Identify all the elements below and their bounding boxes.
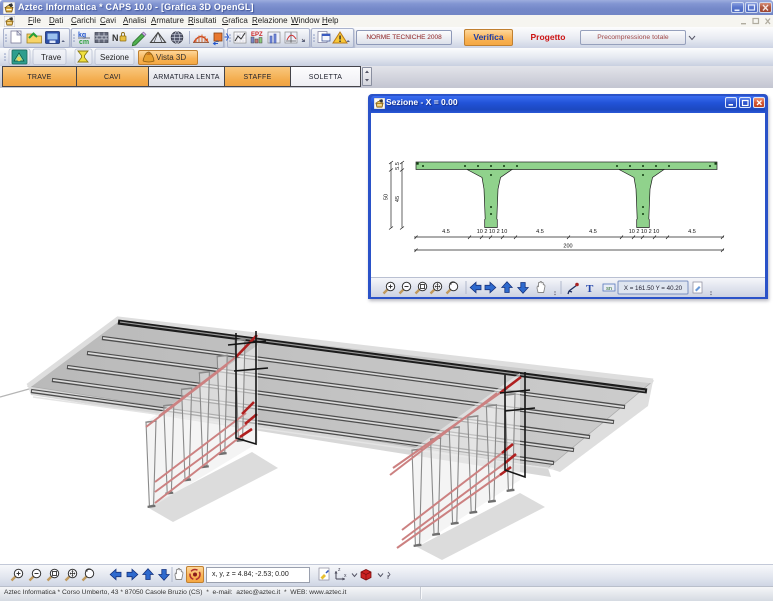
svg-text:T: T [586, 283, 594, 295]
svg-text:10 2 10 2 10: 10 2 10 2 10 [477, 229, 508, 235]
svg-text:5.5: 5.5 [395, 162, 401, 170]
svg-text:4.5: 4.5 [536, 229, 544, 235]
svg-text:cm: cm [79, 39, 89, 46]
svg-text:4.5: 4.5 [442, 229, 450, 235]
svg-text:45: 45 [395, 196, 401, 202]
svg-text:10 2 10 2 10: 10 2 10 2 10 [629, 229, 660, 235]
svg-text:sn: sn [606, 286, 612, 292]
svg-text:4.5: 4.5 [688, 229, 696, 235]
svg-text:x: x [344, 573, 347, 579]
svg-text:Sezione: Sezione [100, 53, 129, 62]
svg-text:z: z [338, 567, 341, 573]
svg-text:X = 161.50 Y = 40.20: X = 161.50 Y = 40.20 [624, 285, 683, 292]
svg-text:200: 200 [563, 244, 572, 250]
svg-text:50: 50 [384, 194, 390, 200]
svg-text:Vista 3D: Vista 3D [156, 53, 186, 62]
svg-text:Trave: Trave [41, 53, 62, 62]
svg-text:4.5: 4.5 [589, 229, 597, 235]
svg-text:N: N [112, 33, 119, 43]
